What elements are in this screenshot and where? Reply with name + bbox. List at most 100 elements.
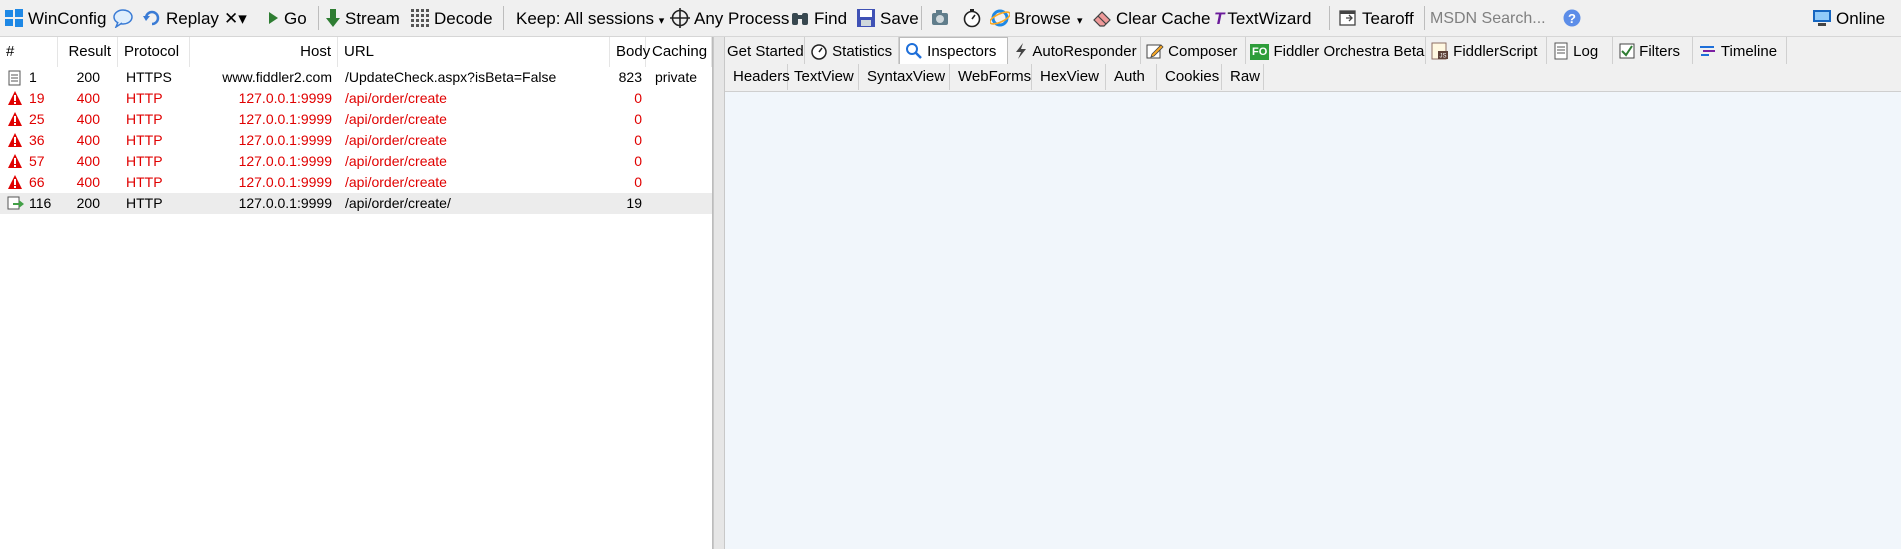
timer-button[interactable] — [962, 0, 986, 36]
session-host: www.fiddler2.com — [222, 69, 332, 85]
tab-timeline[interactable]: Timeline — [1693, 37, 1787, 64]
session-protocol: HTTP — [126, 90, 163, 106]
tab-fiddler-orchestra[interactable]: FO Fiddler Orchestra Beta — [1246, 37, 1426, 64]
chevron-down-icon: ▾ — [658, 15, 665, 27]
session-host: 127.0.0.1:9999 — [238, 132, 332, 148]
request-tab-bar: Headers TextView SyntaxView WebForms Hex… — [725, 64, 1901, 92]
keep-sessions-dropdown[interactable]: Keep: All sessions ▾ — [516, 0, 664, 36]
session-body: 0 — [634, 132, 642, 148]
remove-button[interactable]: ✕▾ — [224, 0, 247, 36]
tab-inspectors[interactable]: Inspectors — [899, 37, 1008, 65]
tab-filters[interactable]: Filters — [1613, 37, 1693, 64]
session-row[interactable]: 57 400 HTTP 127.0.0.1:9999 /api/order/cr… — [0, 151, 712, 172]
session-id: 25 — [29, 111, 45, 127]
session-row[interactable]: 19 400 HTTP 127.0.0.1:9999 /api/order/cr… — [0, 88, 712, 109]
session-list[interactable]: # Result Protocol Host URL Body Caching … — [0, 37, 713, 549]
main-toolbar: WinConfig Replay ✕▾ Go Stream Decode Kee… — [0, 0, 1901, 37]
req-tab-cookies[interactable]: Cookies — [1157, 64, 1222, 90]
windows-icon — [4, 4, 24, 27]
help-button[interactable]: ? — [1562, 0, 1586, 36]
column-header-body[interactable]: Body — [610, 37, 650, 67]
session-url: /api/order/create/ — [345, 195, 451, 211]
session-protocol: HTTP — [126, 132, 163, 148]
column-header-result[interactable]: Result — [58, 37, 118, 67]
chevron-down-icon: ▾ — [1077, 15, 1083, 27]
decode-grid-icon — [410, 4, 430, 27]
warning-icon — [7, 88, 23, 109]
tab-autoresponder[interactable]: AutoResponder — [1008, 37, 1141, 64]
session-id: 1 — [29, 69, 37, 85]
session-body: 19 — [626, 195, 642, 211]
tab-statistics[interactable]: Statistics — [805, 37, 899, 64]
req-tab-textview[interactable]: TextView — [788, 64, 859, 90]
session-body: 823 — [618, 69, 642, 85]
stopwatch-icon — [962, 4, 982, 28]
screenshot-button[interactable] — [930, 0, 954, 36]
session-row[interactable]: 66 400 HTTP 127.0.0.1:9999 /api/order/cr… — [0, 172, 712, 193]
tab-log[interactable]: Log — [1547, 37, 1613, 64]
online-status[interactable]: Online — [1812, 0, 1885, 36]
req-tab-auth[interactable]: Auth — [1106, 64, 1157, 90]
save-button[interactable]: Save — [856, 0, 919, 36]
session-id: 19 — [29, 90, 45, 106]
session-result: 200 — [76, 69, 100, 85]
column-header-protocol[interactable]: Protocol — [118, 37, 190, 67]
help-icon: ? — [1562, 4, 1582, 27]
textwizard-button[interactable]: T TextWizard — [1214, 0, 1311, 36]
tearoff-button[interactable]: Tearoff — [1338, 0, 1414, 36]
find-button[interactable]: Find — [790, 0, 847, 36]
column-header-url[interactable]: URL — [338, 37, 610, 67]
session-result: 400 — [76, 90, 100, 106]
session-row[interactable]: 1 200 HTTPS www.fiddler2.com /UpdateChec… — [0, 67, 712, 88]
session-row-selected[interactable]: 116 200 HTTP 127.0.0.1:9999 /api/order/c… — [0, 193, 712, 214]
session-row[interactable]: 36 400 HTTP 127.0.0.1:9999 /api/order/cr… — [0, 130, 712, 151]
stream-button[interactable]: Stream — [325, 0, 400, 36]
column-header-caching[interactable]: Caching — [646, 37, 712, 67]
session-host: 127.0.0.1:9999 — [238, 111, 332, 127]
session-row[interactable]: 25 400 HTTP 127.0.0.1:9999 /api/order/cr… — [0, 109, 712, 130]
winconfig-button[interactable]: WinConfig — [4, 0, 106, 36]
session-host: 127.0.0.1:9999 — [238, 195, 332, 211]
comment-button[interactable] — [112, 0, 136, 36]
tab-get-started[interactable]: Get Started — [725, 37, 805, 64]
go-button[interactable]: Go — [266, 0, 307, 36]
pane-splitter[interactable] — [713, 37, 725, 549]
stopwatch-icon — [810, 43, 828, 60]
tab-composer[interactable]: Composer — [1141, 37, 1246, 64]
clear-cache-button[interactable]: Clear Cache — [1092, 0, 1211, 36]
session-url: /api/order/create — [345, 132, 447, 148]
timeline-bars-icon — [1699, 43, 1717, 60]
session-id: 116 — [29, 195, 52, 211]
session-body: 0 — [634, 111, 642, 127]
session-protocol: HTTP — [126, 153, 163, 169]
req-tab-hexview[interactable]: HexView — [1032, 64, 1106, 90]
session-host: 127.0.0.1:9999 — [238, 90, 332, 106]
replay-button[interactable]: Replay — [142, 0, 219, 36]
decode-button[interactable]: Decode — [410, 0, 493, 36]
replay-icon — [142, 4, 162, 26]
save-disk-icon — [856, 4, 876, 27]
response-arrow-icon — [7, 193, 25, 214]
req-tab-headers[interactable]: Headers — [725, 64, 790, 90]
session-url: /api/order/create — [345, 111, 447, 127]
req-tab-webforms[interactable]: WebForms — [950, 64, 1032, 90]
toolbar-separator — [1424, 6, 1425, 30]
inspector-pane: Get Started Statistics Inspectors AutoRe… — [725, 37, 1901, 549]
session-host: 127.0.0.1:9999 — [238, 174, 332, 190]
toolbar-separator — [1329, 6, 1330, 30]
browse-dropdown[interactable]: ▾ — [1077, 0, 1083, 36]
session-result: 400 — [76, 153, 100, 169]
req-tab-syntaxview[interactable]: SyntaxView — [859, 64, 950, 90]
tearoff-window-icon — [1338, 4, 1358, 26]
pencil-icon — [1146, 43, 1164, 60]
column-header-id[interactable]: # — [0, 37, 58, 67]
ie-browser-icon — [989, 4, 1011, 27]
any-process-button[interactable]: Any Process — [670, 0, 789, 36]
req-tab-raw[interactable]: Raw — [1222, 64, 1264, 90]
session-protocol: HTTP — [126, 111, 163, 127]
session-protocol: HTTP — [126, 174, 163, 190]
browse-button[interactable]: Browse — [989, 0, 1071, 36]
session-id: 36 — [29, 132, 45, 148]
column-header-host[interactable]: Host — [190, 37, 338, 67]
tab-fiddlerscript[interactable]: JS FiddlerScript — [1426, 37, 1547, 64]
